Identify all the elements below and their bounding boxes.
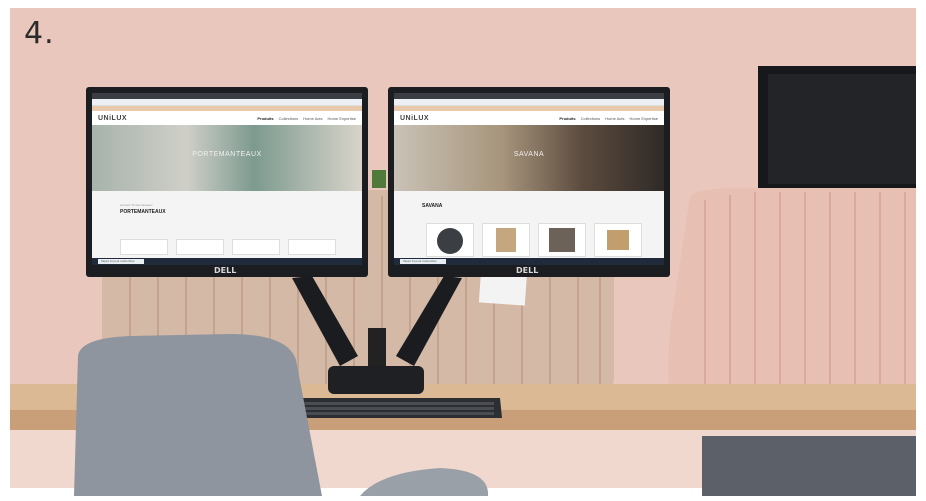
product-grid	[120, 239, 336, 255]
menu-item-produits[interactable]: Produits	[257, 116, 273, 121]
hero-title: PORTEMANTEAUX	[192, 151, 262, 158]
address-bar[interactable]	[394, 99, 664, 106]
product-card[interactable]	[288, 239, 336, 255]
product-card[interactable]	[594, 223, 642, 257]
dell-logo-right: DELL	[516, 266, 539, 275]
taskbar: Tapez ici pour rechercher	[394, 258, 664, 265]
menu-item-home-expertise[interactable]: Home Expertise	[630, 116, 658, 121]
site-menu: Produits Collections Home Acts Home Expe…	[559, 116, 658, 121]
category-title: SAVANA	[422, 203, 443, 209]
left-screen: UNiLUX Produits Collections Home Acts Ho…	[92, 93, 362, 265]
site-header: UNiLUX Produits Collections Home Acts Ho…	[394, 111, 664, 125]
product-card[interactable]	[426, 223, 474, 257]
site-logo[interactable]: UNiLUX	[98, 115, 127, 122]
right-screen: UNiLUX Produits Collections Home Acts Ho…	[394, 93, 664, 265]
hero-banner: SAVANA	[394, 125, 664, 191]
site-menu: Produits Collections Home Acts Home Expe…	[257, 116, 356, 121]
category-title: PORTEMANTEAUX	[120, 209, 166, 215]
taskbar-search[interactable]: Tapez ici pour rechercher	[98, 259, 144, 264]
product-card[interactable]	[176, 239, 224, 255]
breadcrumb[interactable]: Accueil / Portemanteaux	[120, 203, 362, 207]
product-card[interactable]	[120, 239, 168, 255]
site-logo[interactable]: UNiLUX	[400, 115, 429, 122]
menu-item-produits[interactable]: Produits	[559, 116, 575, 121]
menu-item-home-expertise[interactable]: Home Expertise	[328, 116, 356, 121]
chair-left	[74, 334, 322, 496]
taskbar-search[interactable]: Tapez ici pour rechercher	[400, 259, 446, 264]
arm-base	[328, 366, 424, 394]
product-card[interactable]	[232, 239, 280, 255]
product-card[interactable]	[482, 223, 530, 257]
menu-item-home-acts[interactable]: Home Acts	[605, 116, 624, 121]
office-photo: UNiLUX Produits Collections Home Acts Ho…	[0, 0, 926, 496]
arm-pole	[368, 328, 386, 370]
site-header: UNiLUX Produits Collections Home Acts Ho…	[92, 111, 362, 125]
menu-item-home-acts[interactable]: Home Acts	[303, 116, 322, 121]
address-bar[interactable]	[92, 99, 362, 106]
hero-banner: PORTEMANTEAUX	[92, 125, 362, 191]
hero-title: SAVANA	[513, 151, 545, 158]
product-grid	[426, 223, 642, 257]
taskbar: Tapez ici pour rechercher	[92, 258, 362, 265]
dell-logo-left: DELL	[214, 266, 237, 275]
product-card[interactable]	[538, 223, 586, 257]
menu-item-collections[interactable]: Collections	[581, 116, 601, 121]
step-number: 4.	[24, 16, 55, 51]
chair-right	[702, 436, 916, 496]
menu-item-collections[interactable]: Collections	[279, 116, 299, 121]
